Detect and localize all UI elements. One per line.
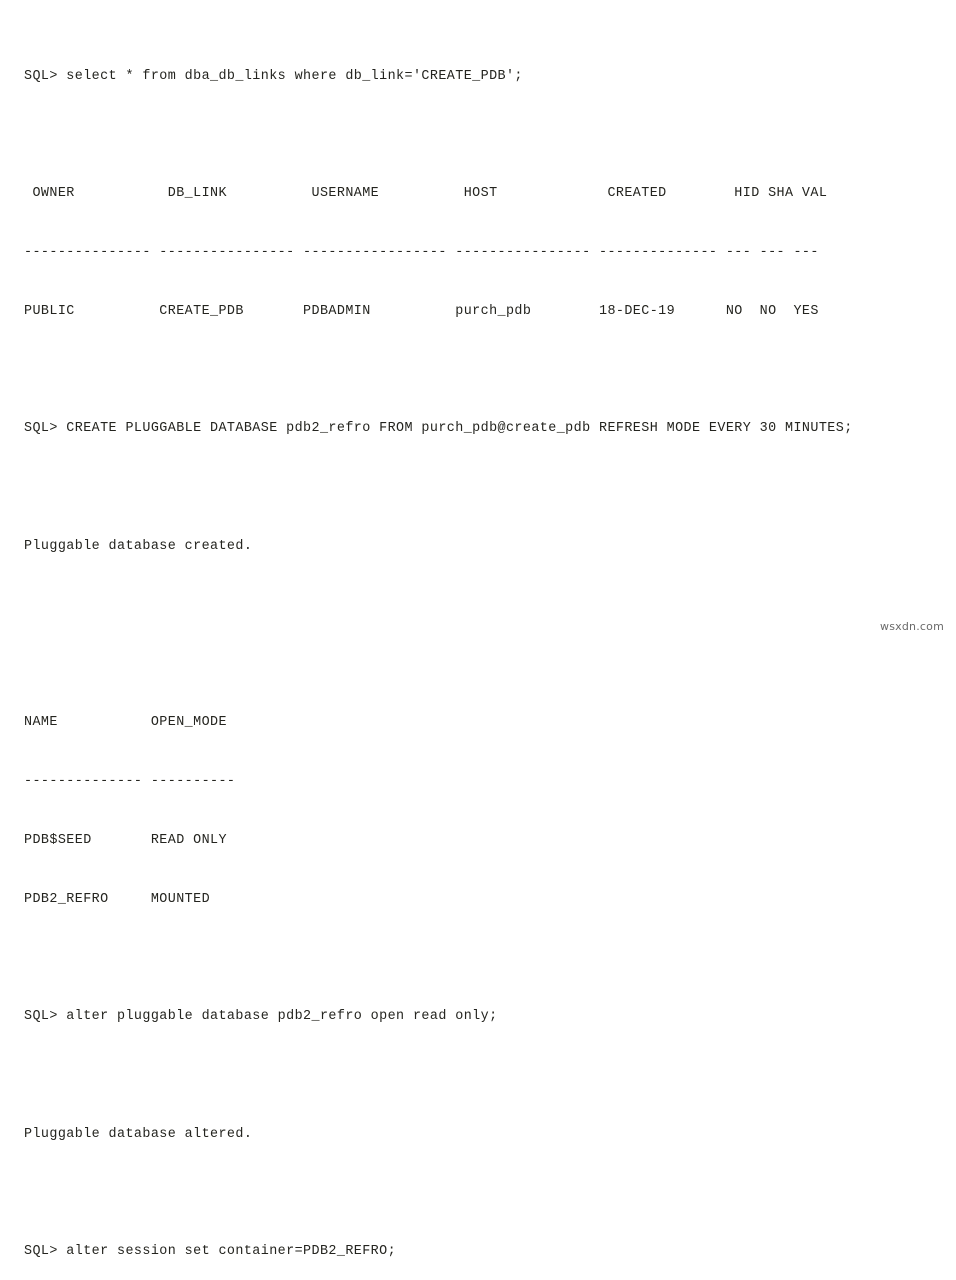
status-message: Pluggable database altered. bbox=[24, 1126, 253, 1142]
result-header-separator: --------------- ---------------- -------… bbox=[24, 245, 819, 261]
result-header-separator: -------------- ---------- bbox=[24, 774, 236, 790]
table-row: PDB2_REFRO MOUNTED bbox=[24, 891, 211, 907]
table-row: PDB$SEED READ ONLY bbox=[24, 832, 227, 848]
console-output: SQL> select * from dba_db_links where db… bbox=[24, 8, 954, 1280]
terminal-window[interactable]: SQL> select * from dba_db_links where db… bbox=[0, 0, 956, 1259]
table-row: PUBLIC CREATE_PDB PDBADMIN purch_pdb 18-… bbox=[24, 303, 819, 319]
result-header-row: OWNER DB_LINK USERNAME HOST CREATED HID … bbox=[24, 186, 828, 202]
command-line: SQL> alter session set container=PDB2_RE… bbox=[24, 1244, 397, 1260]
result-header-row: NAME OPEN_MODE bbox=[24, 715, 227, 731]
watermark: wsxdn.com bbox=[880, 620, 944, 633]
command-line: SQL> alter pluggable database pdb2_refro… bbox=[24, 1009, 498, 1025]
status-message: Pluggable database created. bbox=[24, 539, 253, 555]
command-line: SQL> CREATE PLUGGABLE DATABASE pdb2_refr… bbox=[24, 421, 853, 437]
command-line: SQL> select * from dba_db_links where db… bbox=[24, 68, 523, 84]
